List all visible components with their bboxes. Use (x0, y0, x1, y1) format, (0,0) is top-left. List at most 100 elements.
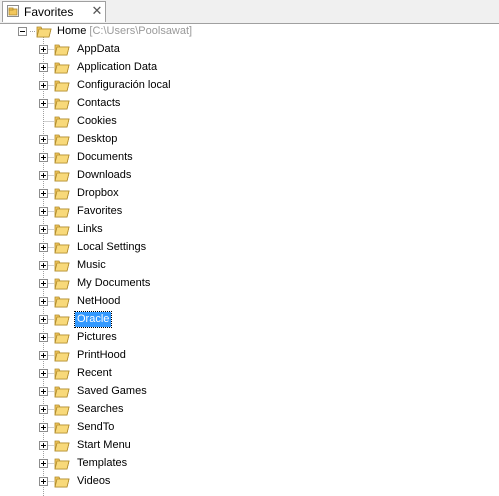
collapse-icon[interactable] (18, 27, 27, 36)
expand-icon[interactable] (39, 225, 48, 234)
folder-icon (54, 62, 70, 74)
folder-icon (54, 170, 70, 182)
folder-icon (54, 296, 70, 308)
tree-item-label: Recent (77, 367, 112, 379)
folder-icon (54, 314, 70, 326)
tree-root-home[interactable]: Home [C:\Users\Poolsawat] (0, 23, 499, 41)
tree-item-label: Start Menu (77, 439, 131, 451)
tree-item[interactable]: Oracle (0, 311, 499, 329)
folder-icon (54, 44, 70, 56)
tree-item[interactable]: Application Data (0, 59, 499, 77)
tree-item[interactable]: Documents (0, 149, 499, 167)
tree-item-label: Configuración local (77, 79, 171, 91)
close-icon[interactable]: ✕ (91, 4, 103, 18)
tree-item[interactable]: Start Menu (0, 437, 499, 455)
tree-item[interactable]: Cookies (0, 113, 499, 131)
tree-item[interactable]: Searches (0, 401, 499, 419)
folder-icon (54, 476, 70, 488)
tree-item[interactable]: Favorites (0, 203, 499, 221)
folder-icon (54, 206, 70, 218)
tree-item[interactable]: SendTo (0, 419, 499, 437)
favorites-window: Favorites ✕ Home [C:\Users\Poolsawat] Ap… (0, 0, 499, 496)
tree-item-label: AppData (77, 43, 120, 55)
tree-item-label: Contacts (77, 97, 121, 109)
tree-item-label: Local Settings (77, 241, 147, 253)
folder-icon (54, 242, 70, 254)
tree-item-label: SendTo (77, 421, 115, 433)
folder-icon (54, 224, 70, 236)
tree-item-label: Application Data (77, 61, 158, 73)
folder-icon (54, 386, 70, 398)
expand-icon[interactable] (39, 351, 48, 360)
tree-item-label: PrintHood (77, 349, 126, 361)
root-label: Home [C:\Users\Poolsawat] (55, 24, 194, 39)
tree-item-label: Downloads (77, 169, 132, 181)
tab-label: Favorites (24, 5, 74, 19)
tree-item-label: Oracle (73, 311, 113, 328)
file-tree: Home [C:\Users\Poolsawat] AppData Applica… (0, 23, 499, 496)
expand-icon[interactable] (39, 63, 48, 72)
expand-icon[interactable] (39, 423, 48, 432)
expand-icon[interactable] (39, 297, 48, 306)
expand-icon[interactable] (39, 279, 48, 288)
tree-item-label: Music (77, 259, 106, 271)
tree-item-label: NetHood (77, 295, 121, 307)
folder-icon (54, 116, 70, 128)
expand-icon[interactable] (39, 171, 48, 180)
tree-item[interactable]: Music (0, 257, 499, 275)
folder-icon (54, 458, 70, 470)
tab-favorites[interactable]: Favorites ✕ (2, 1, 106, 22)
folder-icon (54, 422, 70, 434)
tree-item[interactable]: Dropbox (0, 185, 499, 203)
folder-icon (54, 188, 70, 200)
tree-item-label: Searches (77, 403, 124, 415)
tree-item[interactable]: NetHood (0, 293, 499, 311)
folder-icon (54, 368, 70, 380)
expand-icon[interactable] (39, 369, 48, 378)
tree-item[interactable]: Saved Games (0, 383, 499, 401)
expand-icon[interactable] (39, 315, 48, 324)
tree-item[interactable]: Configuración local (0, 77, 499, 95)
folder-icon (54, 134, 70, 146)
tree-item[interactable]: AppData (0, 41, 499, 59)
tree-item[interactable]: Links (0, 221, 499, 239)
folder-icon (36, 26, 52, 38)
expand-icon[interactable] (39, 405, 48, 414)
tree-item-label: Dropbox (77, 187, 119, 199)
tree-item-label: Favorites (77, 205, 123, 217)
expand-icon[interactable] (39, 477, 48, 486)
folder-icon (54, 98, 70, 110)
folder-icon (54, 332, 70, 344)
tree-item-label: Documents (77, 151, 133, 163)
tree-item[interactable]: Recent (0, 365, 499, 383)
expand-icon[interactable] (39, 207, 48, 216)
tree-item[interactable]: Contacts (0, 95, 499, 113)
tree-item-label: Desktop (77, 133, 118, 145)
tree-item-label: Cookies (77, 115, 117, 127)
expand-icon[interactable] (39, 441, 48, 450)
expand-icon[interactable] (39, 333, 48, 342)
folder-icon (54, 350, 70, 362)
tab-strip: Favorites ✕ (0, 0, 499, 24)
tree-item[interactable]: Desktop (0, 131, 499, 149)
expand-icon[interactable] (39, 81, 48, 90)
tree-item[interactable]: PrintHood (0, 347, 499, 365)
expand-icon[interactable] (39, 135, 48, 144)
expand-icon[interactable] (39, 387, 48, 396)
expand-icon[interactable] (39, 153, 48, 162)
expand-icon[interactable] (39, 459, 48, 468)
expand-icon[interactable] (39, 99, 48, 108)
expand-icon[interactable] (39, 45, 48, 54)
tree-item-label: Links (77, 223, 103, 235)
tree-item[interactable]: Downloads (0, 167, 499, 185)
expand-icon[interactable] (39, 261, 48, 270)
tree-item[interactable]: Videos (0, 473, 499, 491)
folder-icon (54, 80, 70, 92)
tree-item[interactable]: Templates (0, 455, 499, 473)
expand-icon[interactable] (39, 189, 48, 198)
expand-icon[interactable] (39, 243, 48, 252)
tree-item[interactable]: My Documents (0, 275, 499, 293)
tree-item[interactable]: Local Settings (0, 239, 499, 257)
tree-item-label: Saved Games (77, 385, 147, 397)
tree-item[interactable]: Pictures (0, 329, 499, 347)
